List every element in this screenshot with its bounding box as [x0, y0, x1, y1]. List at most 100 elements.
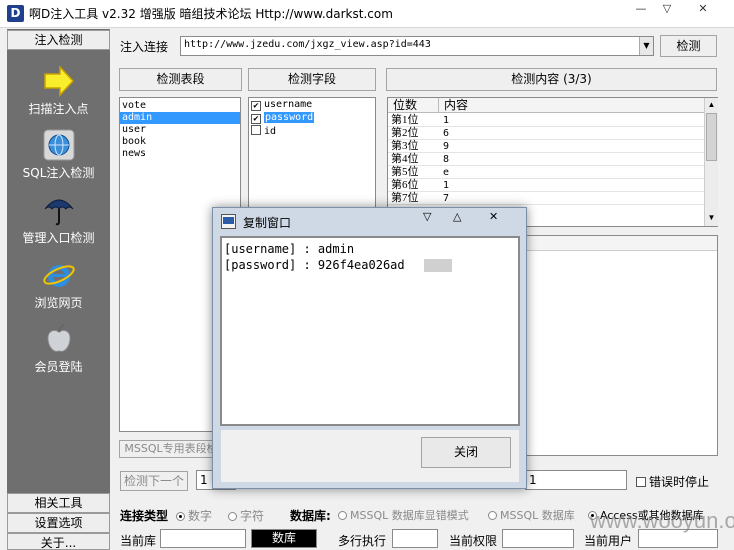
cell-position: 第5位 — [391, 166, 419, 178]
checkbox-unchecked[interactable] — [251, 125, 261, 135]
cell-content: 1 — [443, 180, 450, 191]
checkbox-checked[interactable]: ✔ — [251, 101, 261, 111]
nav-item-admin-entry[interactable]: 管理入口检测 — [7, 193, 110, 255]
field-item[interactable]: id — [249, 125, 375, 138]
dialog-minimize-button[interactable]: ▽ — [423, 210, 431, 223]
cell-position: 第4位 — [391, 153, 419, 165]
dropdown-arrow-icon[interactable]: ▼ — [639, 37, 653, 55]
radio-number[interactable]: 数字 — [176, 507, 212, 524]
arrow-icon — [44, 65, 75, 97]
nav-item-browse[interactable]: 浏览网页 — [7, 258, 110, 320]
dialog-title: 复制窗口 — [243, 216, 292, 230]
url-label: 注入连接 — [120, 40, 169, 54]
cell-content: 8 — [443, 154, 450, 165]
list-item-selected[interactable]: admin — [120, 112, 240, 124]
current-perm-label: 当前权限 — [449, 534, 498, 548]
table-row[interactable]: 第2位 6 — [388, 127, 704, 140]
grid-header: 位数 内容 — [388, 98, 704, 113]
field-item[interactable]: ✔ password — [249, 112, 375, 125]
table-row[interactable]: 第7位 7 — [388, 192, 704, 205]
detect-button[interactable]: 检测 — [660, 35, 717, 57]
nav-label: SQL注入检测 — [22, 166, 95, 180]
table-row[interactable]: 第1位 1 — [388, 114, 704, 127]
nav-label: 扫描注入点 — [28, 102, 89, 116]
umbrella-icon — [44, 199, 74, 226]
radio-mssql-error[interactable]: MSSQL 数据库显错模式 — [338, 507, 469, 523]
nav-label: 管理入口检测 — [22, 231, 95, 245]
nav-about[interactable]: 关于... — [7, 533, 110, 550]
detect-content-button[interactable]: 检测内容 (3/3) — [386, 68, 717, 91]
cell-content: 1 — [443, 115, 450, 126]
nav-item-sql[interactable]: SQL注入检测 — [7, 128, 110, 190]
table-row[interactable]: 第4位 8 — [388, 153, 704, 166]
connection-type-label: 连接类型 — [120, 509, 169, 523]
col-content: 内容 — [444, 98, 469, 112]
dialog-maximize-button[interactable]: △ — [453, 210, 461, 223]
radio-string[interactable]: 字符 — [228, 507, 264, 524]
radio-mssql[interactable]: MSSQL 数据库 — [488, 507, 575, 523]
stop-on-error-checkbox[interactable]: 错误时停止 — [636, 473, 709, 490]
dialog-textarea[interactable]: [username] : admin [password] : 926f4ea02… — [220, 236, 520, 426]
multi-exec-field[interactable] — [392, 529, 438, 548]
thread-value-input[interactable]: 1 — [525, 470, 627, 490]
current-db-label: 当前库 — [120, 534, 157, 548]
watermark: www.wooyun.org — [590, 508, 734, 533]
detect-tables-button[interactable]: 检测表段 — [119, 68, 242, 91]
cell-content: 6 — [443, 128, 450, 139]
cell-position: 第6位 — [391, 179, 419, 191]
globe-icon — [43, 129, 75, 161]
scroll-up-icon[interactable]: ▲ — [705, 98, 718, 112]
redacted-mask — [424, 259, 452, 272]
app-icon: D — [7, 5, 24, 22]
scroll-down-icon[interactable]: ▼ — [705, 211, 718, 225]
url-combobox[interactable]: http://www.jzedu.com/jxgz_view.asp?id=44… — [180, 36, 654, 56]
dialog-close-x-button[interactable]: ✕ — [489, 210, 498, 223]
nav-related-tools[interactable]: 相关工具 — [7, 493, 110, 513]
cell-content: 9 — [443, 141, 450, 152]
col-position: 位数 — [393, 98, 418, 112]
detect-next-button[interactable]: 检测下一个 — [120, 471, 188, 491]
title-bar: D 啊D注入工具 v2.32 增强版 暗组技术论坛 Http://www.dar… — [0, 0, 734, 28]
table-row[interactable]: 第5位 e — [388, 166, 704, 179]
nav-item-scan[interactable]: 扫描注入点 — [7, 64, 110, 126]
restore-button[interactable]: ▽ — [652, 0, 682, 20]
nav-settings[interactable]: 设置选项 — [7, 513, 110, 533]
checkbox-unchecked[interactable] — [636, 477, 646, 487]
url-input[interactable]: http://www.jzedu.com/jxgz_view.asp?id=44… — [184, 39, 431, 50]
cell-content: 7 — [443, 193, 450, 204]
database-label: 数据库: — [290, 509, 331, 523]
cell-position: 第2位 — [391, 127, 419, 139]
apple-icon — [47, 324, 71, 352]
dialog-close-button[interactable]: 关闭 — [421, 437, 511, 468]
list-item[interactable]: user — [120, 124, 240, 136]
ie-icon — [43, 265, 75, 287]
db-button[interactable]: 数库 — [251, 529, 317, 548]
list-item[interactable]: vote — [120, 100, 240, 112]
nav-item-member-login[interactable]: 会员登陆 — [7, 322, 110, 384]
nav-header-injection[interactable]: 注入检测 — [7, 30, 110, 50]
current-db-field[interactable] — [160, 529, 246, 548]
mssql-tables-button[interactable]: MSSQL专用表段检 — [119, 440, 223, 458]
scrollbar[interactable]: ▲ ▼ — [704, 98, 718, 226]
detect-fields-button[interactable]: 检测字段 — [248, 68, 376, 91]
checkbox-checked[interactable]: ✔ — [251, 114, 261, 124]
text-line: [username] : admin — [224, 242, 355, 256]
cell-position: 第3位 — [391, 140, 419, 152]
cell-position: 第1位 — [391, 114, 419, 126]
scroll-thumb[interactable] — [706, 113, 717, 161]
sql-icon — [221, 214, 236, 229]
nav-label: 会员登陆 — [34, 360, 83, 374]
current-user-label: 当前用户 — [584, 534, 633, 548]
field-item[interactable]: ✔ username — [249, 99, 375, 112]
close-button[interactable]: ✕ — [688, 0, 718, 20]
table-row[interactable]: 第3位 9 — [388, 140, 704, 153]
cell-position: 第7位 — [391, 192, 419, 204]
current-perm-field[interactable] — [502, 529, 574, 548]
list-item[interactable]: book — [120, 136, 240, 148]
multi-exec-label: 多行执行 — [338, 534, 387, 548]
nav-label: 浏览网页 — [34, 296, 83, 310]
cell-content: e — [443, 167, 450, 178]
list-item[interactable]: news — [120, 148, 240, 160]
table-row[interactable]: 第6位 1 — [388, 179, 704, 192]
text-line: [password] : 926f4ea026ad 9 — [224, 258, 441, 272]
